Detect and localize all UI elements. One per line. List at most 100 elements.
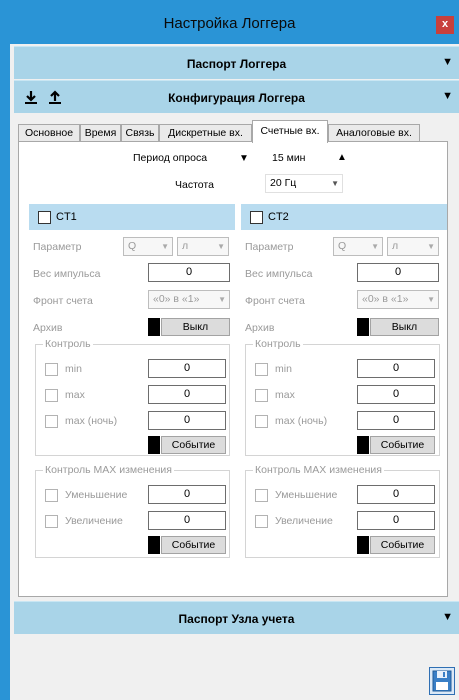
ct1-title: CT1 — [56, 211, 77, 223]
frequency-label: Частота — [175, 179, 214, 191]
ct2-archive-button[interactable]: Выкл — [370, 318, 439, 336]
ct1-param-q-select[interactable]: Q ▼ — [123, 237, 173, 256]
ct1-increase-field[interactable]: 0 — [148, 511, 226, 530]
close-button[interactable]: x — [436, 16, 454, 34]
tab-panel-counter-inputs: Период опроса ▼ 15 мин ▲ Частота 20 Гц ▼… — [18, 141, 448, 597]
chevron-down-icon: ▼ — [218, 295, 226, 304]
ct1-maxnight-checkbox[interactable] — [45, 415, 58, 428]
ct1-increase-checkbox[interactable] — [45, 515, 58, 528]
ct2-front-label: Фронт счета — [245, 295, 305, 307]
ct1-min-field[interactable]: 0 — [148, 359, 226, 378]
ct1-enable-checkbox[interactable] — [38, 211, 51, 224]
ct2-param-q-select[interactable]: Q ▼ — [333, 237, 383, 256]
poll-increase-button[interactable]: ▲ — [337, 152, 347, 163]
ct2-event-button[interactable]: Событие — [370, 436, 435, 454]
frequency-select[interactable]: 20 Гц ▼ — [265, 174, 343, 193]
ct2-max-label: max — [275, 389, 295, 401]
ct1-archive-indicator — [148, 318, 160, 336]
ct2-max-checkbox[interactable] — [255, 389, 268, 402]
ct2-param-label: Параметр — [245, 241, 294, 253]
save-button[interactable] — [429, 667, 455, 695]
ct2-enable-checkbox[interactable] — [250, 211, 263, 224]
ct2-event-indicator — [357, 436, 369, 454]
section-config-logger[interactable]: Конфигурация Логгера ▼ — [14, 80, 459, 113]
ct1-decrease-checkbox[interactable] — [45, 489, 58, 502]
ct1-increase-label: Увеличение — [65, 515, 123, 527]
ct1-param-unit-select[interactable]: л ▼ — [177, 237, 229, 256]
tab-analog-inputs[interactable]: Аналоговые вх. — [328, 124, 420, 142]
ct2-decrease-field[interactable]: 0 — [357, 485, 435, 504]
section-passport-node-title: Паспорт Узла учета — [178, 612, 295, 626]
poll-period-value: 15 мин — [272, 152, 306, 164]
ct1-event-toggle[interactable]: Событие — [148, 436, 226, 454]
ct1-min-checkbox[interactable] — [45, 363, 58, 376]
ct1-archive-button[interactable]: Выкл — [161, 318, 230, 336]
ct2-weight-field[interactable]: 0 — [357, 263, 439, 282]
chevron-down-icon: ▼ — [427, 295, 435, 304]
ct2-maxnight-checkbox[interactable] — [255, 415, 268, 428]
ct1-event2-toggle[interactable]: Событие — [148, 536, 226, 554]
ct2-increase-field[interactable]: 0 — [357, 511, 435, 530]
ct2-weight-label: Вес импульса — [245, 268, 313, 280]
poll-period-label: Период опроса — [133, 152, 208, 164]
ct2-header: CT2 — [241, 204, 447, 230]
config-tabs: Основное Время Связь Дискретные вх. Счет… — [18, 120, 448, 143]
chevron-down-icon[interactable]: ▼ — [442, 611, 453, 623]
section-passport-logger[interactable]: Паспорт Логгера ▼ — [14, 46, 459, 79]
chevron-down-icon: ▼ — [161, 242, 169, 251]
ct2-param-q-value: Q — [338, 240, 347, 252]
ct2-front-select[interactable]: «0» в «1» ▼ — [357, 290, 439, 309]
tab-basic[interactable]: Основное — [18, 124, 80, 142]
tab-connection[interactable]: Связь — [121, 124, 159, 142]
ct2-event2-toggle[interactable]: Событие — [357, 536, 435, 554]
ct1-weight-field[interactable]: 0 — [148, 263, 230, 282]
ct2-min-field[interactable]: 0 — [357, 359, 435, 378]
ct2-maxnight-field[interactable]: 0 — [357, 411, 435, 430]
ct1-max-field[interactable]: 0 — [148, 385, 226, 404]
ct2-control-title: Контроль — [253, 338, 303, 350]
ct2-decrease-checkbox[interactable] — [255, 489, 268, 502]
ct2-archive-toggle[interactable]: Выкл — [357, 318, 439, 336]
tab-counter-inputs[interactable]: Счетные вх. — [252, 120, 328, 143]
ct1-event-button[interactable]: Событие — [161, 436, 226, 454]
ct2-event2-button[interactable]: Событие — [370, 536, 435, 554]
ct1-param-label: Параметр — [33, 241, 82, 253]
poll-decrease-button[interactable]: ▼ — [239, 153, 249, 164]
ct1-archive-label: Архив — [33, 322, 63, 334]
ct2-max-field[interactable]: 0 — [357, 385, 435, 404]
ct1-event-indicator — [148, 436, 160, 454]
ct2-param-unit-select[interactable]: л ▼ — [387, 237, 439, 256]
ct1-front-label: Фронт счета — [33, 295, 93, 307]
ct1-front-select[interactable]: «0» в «1» ▼ — [148, 290, 230, 309]
section-config-logger-title: Конфигурация Логгера — [168, 91, 305, 105]
section-passport-node[interactable]: Паспорт Узла учета ▼ — [14, 601, 459, 634]
ct2-maxnight-label: max (ночь) — [275, 415, 328, 427]
ct1-front-value: «0» в «1» — [153, 293, 200, 305]
ct2-title: CT2 — [268, 211, 289, 223]
ct2-increase-checkbox[interactable] — [255, 515, 268, 528]
ct1-max-label: max — [65, 389, 85, 401]
ct1-decrease-field[interactable]: 0 — [148, 485, 226, 504]
frequency-value: 20 Гц — [270, 177, 297, 189]
chevron-down-icon: ▼ — [331, 179, 339, 188]
ct1-event2-button[interactable]: Событие — [161, 536, 226, 554]
tab-discrete-inputs[interactable]: Дискретные вх. — [159, 124, 252, 142]
ct1-change-title: Контроль MAX изменения — [43, 464, 174, 476]
ct1-decrease-label: Уменьшение — [65, 489, 128, 501]
ct1-maxnight-field[interactable]: 0 — [148, 411, 226, 430]
chevron-down-icon[interactable]: ▼ — [442, 90, 453, 102]
ct1-maxnight-label: max (ночь) — [65, 415, 118, 427]
window-title: Настройка Логгера — [163, 15, 296, 32]
ct1-header: CT1 — [29, 204, 235, 230]
ct1-min-label: min — [65, 363, 82, 375]
ct2-archive-indicator — [357, 318, 369, 336]
chevron-down-icon[interactable]: ▼ — [442, 56, 453, 68]
ct2-increase-label: Увеличение — [275, 515, 333, 527]
ct1-archive-toggle[interactable]: Выкл — [148, 318, 230, 336]
floppy-disk-icon — [432, 670, 452, 692]
tab-time[interactable]: Время — [80, 124, 121, 142]
ct1-max-checkbox[interactable] — [45, 389, 58, 402]
ct2-min-checkbox[interactable] — [255, 363, 268, 376]
ct2-archive-label: Архив — [245, 322, 275, 334]
ct2-event-toggle[interactable]: Событие — [357, 436, 435, 454]
